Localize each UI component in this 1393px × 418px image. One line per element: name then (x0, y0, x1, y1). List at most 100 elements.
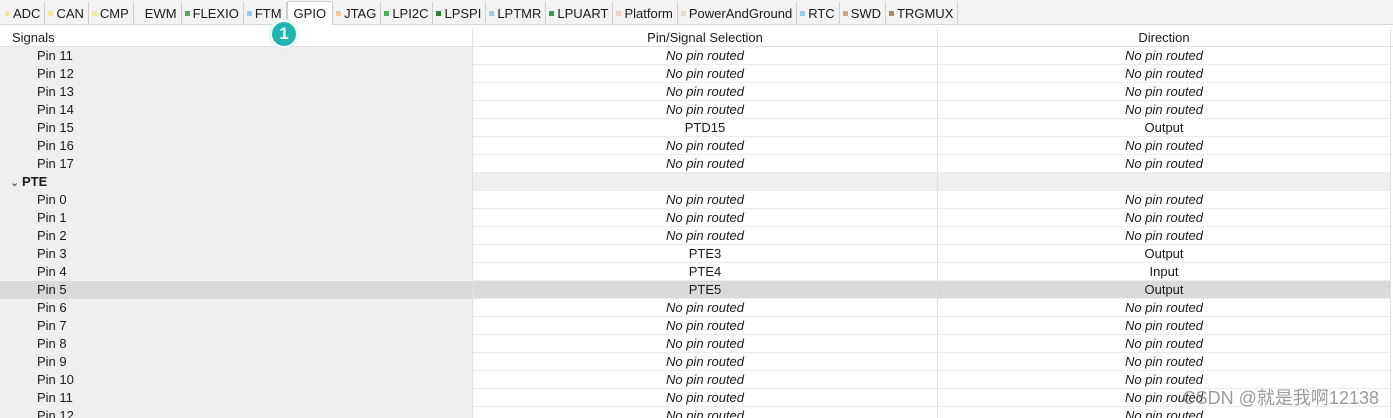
chevron-down-icon[interactable]: ⌄ (10, 174, 22, 191)
tab-label: JTAG (344, 5, 377, 21)
header-pin-signal-selection[interactable]: Pin/Signal Selection (473, 29, 938, 47)
pin-selection-cell[interactable]: PTE4 (473, 263, 938, 281)
tab-trgmux[interactable]: TRGMUX (886, 2, 959, 24)
signal-label: Pin 17 (37, 156, 74, 171)
peripheral-tab-bar: ADC CAN CMP EWM FLEXIO FTM GPIO JTAG LPI2C LPSPI L… (0, 0, 1393, 25)
tab-label: CMP (99, 5, 129, 21)
tab-lpuart[interactable]: LPUART (546, 2, 614, 24)
table-row[interactable]: Pin 16 No pin routed No pin routed (0, 137, 1393, 155)
tab-flexio[interactable]: FLEXIO (181, 2, 244, 24)
tab-label: SWD (850, 5, 882, 21)
pin-selection-cell[interactable]: No pin routed (473, 101, 938, 119)
pin-selection-cell[interactable]: PTE5 (473, 281, 938, 299)
table-row[interactable]: Pin 11 No pin routed No pin routed (0, 47, 1393, 65)
pin-selection-cell[interactable]: No pin routed (473, 137, 938, 155)
table-row[interactable]: Pin 5 PTE5 Output (0, 281, 1393, 299)
tab-gpio[interactable]: GPIO (286, 1, 334, 25)
signal-cell: Pin 17 (0, 155, 473, 173)
tab-label: FLEXIO (192, 5, 239, 21)
pin-selection-cell[interactable]: No pin routed (473, 317, 938, 335)
table-row[interactable]: Pin 6 No pin routed No pin routed (0, 299, 1393, 317)
tab-adc[interactable]: ADC (2, 2, 46, 24)
pin-selection-cell[interactable]: PTE3 (473, 245, 938, 263)
pin-selection-cell[interactable]: No pin routed (473, 65, 938, 83)
direction-cell[interactable]: Output (938, 245, 1391, 263)
tab-lptmr[interactable]: LPTMR (486, 2, 547, 24)
watermark: CSDN @就是我啊12138 (1182, 388, 1379, 408)
signal-cell: Pin 5 (0, 281, 473, 299)
tab-cmp[interactable]: CMP (88, 2, 134, 24)
table-body: Pin 11 No pin routed No pin routed Pin 12 No… (0, 47, 1393, 418)
table-row[interactable]: Pin 4 PTE4 Input (0, 263, 1393, 281)
signal-cell: Pin 16 (0, 137, 473, 155)
header-direction[interactable]: Direction (938, 29, 1391, 47)
signal-label: Pin 6 (37, 300, 67, 315)
table-row[interactable]: Pin 12 No pin routed No pin routed (0, 65, 1393, 83)
tab-ewm[interactable]: EWM (133, 2, 182, 24)
table-row[interactable]: Pin 1 No pin routed No pin routed (0, 209, 1393, 227)
tab-label: LPI2C (392, 5, 429, 21)
tab-can[interactable]: CAN (45, 2, 89, 24)
tab-lpspi[interactable]: LPSPI (433, 2, 487, 24)
direction-cell[interactable]: No pin routed (938, 317, 1391, 335)
table-row[interactable]: Pin 0 No pin routed No pin routed (0, 191, 1393, 209)
direction-cell[interactable]: No pin routed (938, 353, 1391, 371)
direction-cell[interactable]: No pin routed (938, 101, 1391, 119)
direction-cell[interactable]: Output (938, 281, 1391, 299)
table-row[interactable]: Pin 7 No pin routed No pin routed (0, 317, 1393, 335)
signal-label: Pin 12 (37, 408, 74, 418)
tab-color-swatch (184, 10, 190, 16)
table-row[interactable]: Pin 8 No pin routed No pin routed (0, 335, 1393, 353)
table-row[interactable]: Pin 14 No pin routed No pin routed (0, 101, 1393, 119)
pin-selection-cell[interactable]: No pin routed (473, 83, 938, 101)
table-row[interactable]: Pin 15 PTD15 Output (0, 119, 1393, 137)
tab-jtag[interactable]: JTAG (333, 2, 382, 24)
table-row[interactable]: Pin 9 No pin routed No pin routed (0, 353, 1393, 371)
pin-selection-cell[interactable]: No pin routed (473, 389, 938, 407)
signal-label: Pin 3 (37, 246, 67, 261)
direction-cell[interactable]: No pin routed (938, 83, 1391, 101)
direction-cell[interactable]: No pin routed (938, 227, 1391, 245)
pin-selection-cell[interactable]: No pin routed (473, 155, 938, 173)
pin-selection-cell[interactable]: PTD15 (473, 119, 938, 137)
tab-lpi2c[interactable]: LPI2C (381, 2, 434, 24)
table-row[interactable]: Pin 2 No pin routed No pin routed (0, 227, 1393, 245)
pin-selection-cell[interactable]: No pin routed (473, 299, 938, 317)
tab-color-swatch (549, 10, 555, 16)
pin-selection-cell[interactable]: No pin routed (473, 371, 938, 389)
direction-cell[interactable]: No pin routed (938, 335, 1391, 353)
tab-label: RTC (808, 5, 835, 21)
pin-selection-cell[interactable]: No pin routed (473, 335, 938, 353)
direction-cell[interactable]: Output (938, 119, 1391, 137)
direction-cell[interactable]: No pin routed (938, 191, 1391, 209)
pin-selection-cell[interactable]: No pin routed (473, 47, 938, 65)
tab-rtc[interactable]: RTC (797, 2, 840, 24)
table-header: Signals Pin/Signal Selection Direction (0, 29, 1393, 47)
table-row[interactable]: Pin 13 No pin routed No pin routed (0, 83, 1393, 101)
header-signals[interactable]: Signals (0, 29, 473, 47)
tab-powerandground[interactable]: PowerAndGround (677, 2, 798, 24)
pin-selection-cell[interactable]: No pin routed (473, 353, 938, 371)
tab-label: TRGMUX (897, 5, 954, 21)
direction-cell (938, 173, 1391, 191)
direction-cell[interactable]: No pin routed (938, 137, 1391, 155)
signal-cell: Pin 4 (0, 263, 473, 281)
direction-cell[interactable]: No pin routed (938, 299, 1391, 317)
direction-cell[interactable]: Input (938, 263, 1391, 281)
signal-cell: Pin 3 (0, 245, 473, 263)
signal-label: Pin 1 (37, 210, 67, 225)
pin-selection-cell[interactable]: No pin routed (473, 227, 938, 245)
signal-cell: Pin 10 (0, 371, 473, 389)
tab-swd[interactable]: SWD (839, 2, 887, 24)
direction-cell[interactable]: No pin routed (938, 209, 1391, 227)
table-row[interactable]: Pin 17 No pin routed No pin routed (0, 155, 1393, 173)
pin-selection-cell[interactable]: No pin routed (473, 407, 938, 418)
pin-selection-cell[interactable]: No pin routed (473, 191, 938, 209)
direction-cell[interactable]: No pin routed (938, 155, 1391, 173)
table-row[interactable]: Pin 3 PTE3 Output (0, 245, 1393, 263)
group-row[interactable]: ⌄ PTE (0, 173, 1393, 191)
direction-cell[interactable]: No pin routed (938, 47, 1391, 65)
pin-selection-cell[interactable]: No pin routed (473, 209, 938, 227)
direction-cell[interactable]: No pin routed (938, 65, 1391, 83)
tab-platform[interactable]: Platform (613, 2, 678, 24)
